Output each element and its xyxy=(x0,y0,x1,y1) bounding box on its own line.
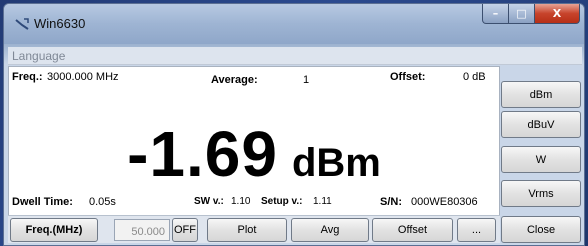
app-window: Win6630 – □ X Language Freq.: 3000.000 M… xyxy=(3,3,585,246)
serial-number-value: 000WE80306 xyxy=(411,196,478,208)
menu-bar: Language xyxy=(8,47,582,65)
menu-item-language[interactable]: Language xyxy=(12,49,65,63)
window-title: Win6630 xyxy=(34,16,86,31)
avg-button[interactable]: Avg xyxy=(291,218,369,242)
dwell-time-value: 0.05s xyxy=(89,196,116,208)
measurement-value: -1.69 xyxy=(127,118,278,190)
sw-version-value: 1.10 xyxy=(231,196,251,207)
plot-label: Plot xyxy=(237,224,257,236)
unit-button-dbuv[interactable]: dBuV xyxy=(501,111,581,138)
freq-mhz-button[interactable]: Freq.(MHz) xyxy=(10,218,98,242)
more-label: ... xyxy=(471,224,482,236)
sw-version-label: SW v.: xyxy=(194,196,224,207)
avg-label: Avg xyxy=(320,224,340,236)
plot-button[interactable]: Plot xyxy=(207,218,287,242)
measurement-unit: dBm xyxy=(291,141,381,185)
minimize-icon: – xyxy=(492,7,499,20)
unit-button-w[interactable]: W xyxy=(501,146,581,173)
unit-selector: dBm dBuV W Vrms Close xyxy=(501,66,583,244)
close-label: Close xyxy=(526,223,556,236)
freq-value: 3000.000 MHz xyxy=(47,71,119,83)
close-button[interactable]: Close xyxy=(501,216,581,243)
minimize-button[interactable]: – xyxy=(482,4,509,24)
close-window-button[interactable]: X xyxy=(535,4,580,24)
freq-label: Freq.: xyxy=(12,71,43,83)
more-button[interactable]: ... xyxy=(457,218,496,242)
unit-button-dbm[interactable]: dBm xyxy=(501,81,581,108)
dwell-time-label: Dwell Time: xyxy=(12,196,73,208)
offset-button-label: Offset xyxy=(397,224,428,236)
offset-button[interactable]: Offset xyxy=(372,218,453,242)
measurement-display: -1.69 dBm xyxy=(9,117,499,191)
unit-button-vrms[interactable]: Vrms xyxy=(501,180,581,207)
title-bar[interactable]: Win6630 – □ X xyxy=(4,4,584,44)
maximize-button[interactable]: □ xyxy=(509,4,535,24)
unit-label-w: W xyxy=(535,153,547,166)
off-button[interactable]: OFF xyxy=(172,218,198,242)
average-label: Average: xyxy=(211,74,258,86)
freq-mhz-label: Freq.(MHz) xyxy=(25,224,83,236)
average-value: 1 xyxy=(303,74,310,86)
unit-label-vrms: Vrms xyxy=(528,187,554,200)
app-icon xyxy=(15,18,29,30)
offset-label: Offset: xyxy=(390,71,426,83)
setup-version-value: 1.11 xyxy=(313,196,332,207)
setup-version-label: Setup v.: xyxy=(261,196,303,207)
off-label: OFF xyxy=(174,224,196,236)
unit-label-dbm: dBm xyxy=(529,88,553,101)
close-icon: X xyxy=(552,7,562,20)
maximize-icon: □ xyxy=(516,7,527,20)
unit-label-dbuv: dBuV xyxy=(527,118,555,131)
window-controls: – □ X xyxy=(482,4,580,24)
serial-number-label: S/N: xyxy=(380,196,402,208)
offset-value: 0 dB xyxy=(463,71,486,83)
control-bar: Freq.(MHz) OFF Plot Avg Offset ... xyxy=(8,215,500,243)
freq-input[interactable] xyxy=(114,219,170,241)
